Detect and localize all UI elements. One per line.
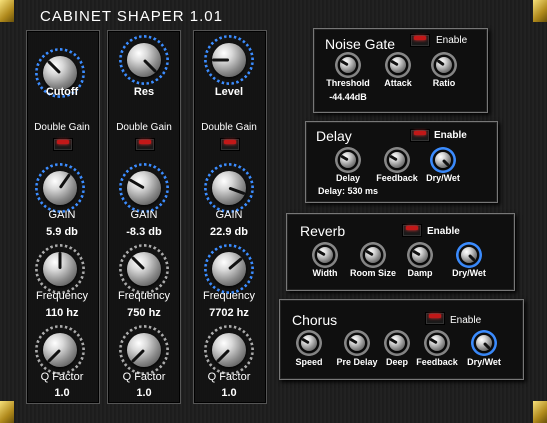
gain-knob-1[interactable] [35,163,85,213]
delay-enable-switch[interactable] [410,129,430,142]
delay-enable-label: Enable [434,130,467,141]
led-indicator [406,226,418,230]
ratio-knob[interactable] [431,52,457,78]
led-indicator [414,36,426,40]
attack-knob[interactable] [385,52,411,78]
led-indicator [429,314,441,318]
q-factor-knob-3[interactable] [204,325,254,375]
gold-corner-top-right [533,0,547,22]
led-indicator [57,140,69,144]
chorus-pre-delay-knob[interactable] [344,330,370,356]
gold-corner-bottom-left [0,401,14,423]
reverb-dry-wet-label: Dry/Wet [452,268,486,278]
frequency-knob-3[interactable] [204,244,254,294]
led-indicator [414,131,426,135]
led-indicator [139,140,151,144]
chorus-title: Chorus [292,312,338,328]
double-gain-switch-3[interactable] [220,138,240,151]
reverb-enable-label: Enable [427,226,460,237]
q-factor-label-1: Q Factor [40,371,84,383]
frequency-knob-2[interactable] [119,244,169,294]
q-factor-value-3: 1.0 [221,387,237,399]
res-label: Res [133,86,155,98]
chorus-deep-knob[interactable] [384,330,410,356]
gain-value-1: 5.9 db [46,226,78,238]
delay-feedback-knob[interactable] [384,147,410,173]
frequency-value-3: 7702 hz [209,307,249,319]
frequency-label-1: Frequency [36,290,88,302]
noise-gate-enable-label: Enable [436,35,468,46]
gain-value-2: -8.3 db [126,226,162,238]
reverb-title: Reverb [300,223,346,239]
noise-gate-title: Noise Gate [325,36,396,52]
threshold-knob[interactable] [335,52,361,78]
gain-knob-3[interactable] [204,163,254,213]
chorus-enable-switch[interactable] [425,312,445,325]
gold-corner-bottom-right [533,401,547,423]
gain-label-1: GAIN [48,209,76,221]
knob-pointer [212,58,229,62]
chorus-speed-knob[interactable] [296,330,322,356]
level-knob[interactable] [204,35,254,85]
reverb-damp-knob[interactable] [407,242,433,268]
reverb-room-size-knob[interactable] [360,242,386,268]
double-gain-label-3: Double Gain [201,122,257,133]
frequency-label-3: Frequency [203,290,255,302]
knob-pointer [58,252,62,269]
ratio-label: Ratio [432,78,456,88]
q-factor-value-2: 1.0 [136,387,152,399]
delay-title: Delay [316,128,352,144]
delay-time-knob[interactable] [335,147,361,173]
delay-dry-wet-label: Dry/Wet [426,173,460,183]
chorus-dry-wet-knob[interactable] [471,330,497,356]
chorus-dry-wet-label: Dry/Wet [467,357,501,367]
plugin-window: CABINET SHAPER 1.01 Cutoff Double Gain G… [0,0,547,423]
reverb-dry-wet-knob[interactable] [456,242,482,268]
plugin-title: CABINET SHAPER 1.01 [40,8,223,25]
chorus-enable-label: Enable [450,315,482,326]
gain-value-3: 22.9 db [210,226,248,238]
q-factor-label-3: Q Factor [207,371,251,383]
gain-knob-2[interactable] [119,163,169,213]
level-label: Level [214,86,244,98]
delay-readout: Delay: 530 ms [318,186,379,196]
frequency-label-2: Frequency [118,290,170,302]
chorus-feedback-knob[interactable] [424,330,450,356]
q-factor-knob-2[interactable] [119,325,169,375]
led-indicator [224,140,236,144]
gain-label-2: GAIN [130,209,158,221]
res-knob[interactable] [119,35,169,85]
double-gain-label-1: Double Gain [34,122,90,133]
frequency-knob-1[interactable] [35,244,85,294]
q-factor-value-1: 1.0 [54,387,70,399]
q-factor-knob-1[interactable] [35,325,85,375]
double-gain-switch-2[interactable] [135,138,155,151]
frequency-value-1: 110 hz [45,307,79,319]
gold-corner-top-left [0,0,14,22]
double-gain-label-2: Double Gain [116,122,172,133]
delay-dry-wet-knob[interactable] [430,147,456,173]
noise-gate-enable-switch[interactable] [410,34,430,47]
cutoff-label: Cutoff [45,86,79,98]
q-factor-label-2: Q Factor [122,371,166,383]
gain-label-3: GAIN [215,209,243,221]
frequency-value-2: 750 hz [127,307,161,319]
threshold-value: -44.44dB [329,92,367,102]
reverb-width-knob[interactable] [312,242,338,268]
double-gain-switch-1[interactable] [53,138,73,151]
knob-face [127,171,161,205]
reverb-enable-switch[interactable] [402,224,422,237]
